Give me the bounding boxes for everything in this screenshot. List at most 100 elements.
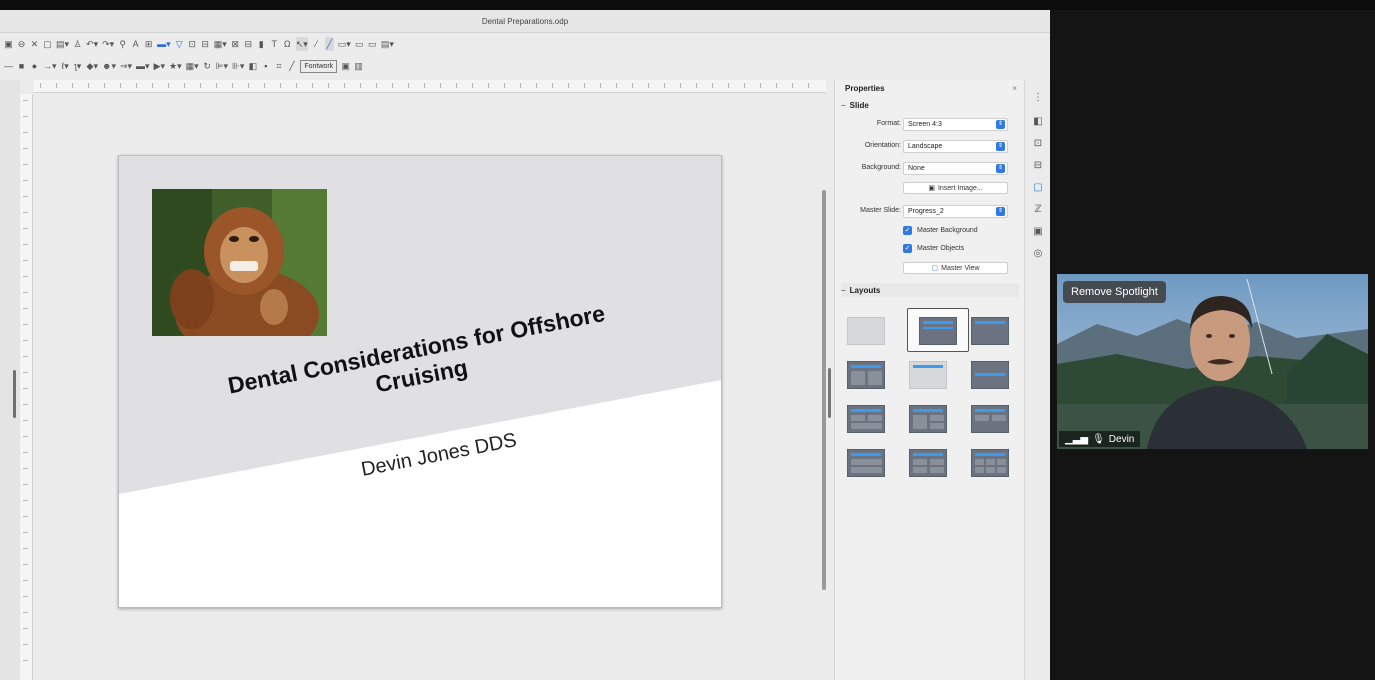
pen-icon[interactable]: ╱ [324, 37, 334, 51]
curve-tool-icon[interactable]: ℓ▾ [61, 59, 70, 73]
vertical-scrollbar[interactable] [822, 190, 826, 590]
new-icon[interactable]: ▣ [4, 37, 13, 51]
close-icon[interactable]: × [1012, 84, 1017, 93]
toggle-extrusion-icon[interactable]: ⌗ [274, 59, 283, 73]
chart-icon[interactable]: ▮ [257, 37, 266, 51]
line-tool-icon[interactable]: — [4, 59, 13, 73]
find-icon[interactable]: ⚲ [118, 37, 127, 51]
layout-6-content[interactable] [971, 449, 1009, 477]
layout-title-content[interactable] [919, 317, 957, 345]
slide-layout-icon[interactable]: ▦▾ [214, 37, 227, 51]
align-icon[interactable]: ⊫▾ [216, 59, 228, 73]
layout-4-content[interactable] [909, 449, 947, 477]
comment-icon[interactable]: ▭▾ [338, 37, 351, 51]
slide-transition-icon[interactable]: ⊡ [1031, 136, 1045, 150]
fontwork-button[interactable]: Fontwork [300, 59, 338, 73]
textbox-frame-icon[interactable]: ▣ [341, 59, 350, 73]
slide-pane-grip[interactable] [13, 370, 16, 418]
ruler-tick [552, 83, 553, 88]
layout-blank[interactable] [847, 317, 885, 345]
ruler-tick [248, 83, 249, 88]
master-objects-checkbox[interactable]: ✓ Master Objects [903, 242, 964, 254]
properties-deck-icon[interactable]: ◧ [1031, 114, 1045, 128]
stars-icon[interactable]: ★▾ [169, 59, 182, 73]
layout-2-content-over[interactable] [971, 405, 1009, 433]
basic-shapes-icon[interactable]: ◆▾ [87, 59, 98, 73]
layout-title-2-content[interactable] [847, 405, 885, 433]
undo-icon[interactable]: ↶▾ [86, 37, 98, 51]
display-icon[interactable]: ▬▾ [157, 37, 171, 51]
navigator-icon[interactable]: ◎ [1031, 246, 1045, 260]
grid-icon[interactable]: ⊞ [144, 37, 153, 51]
select-icon[interactable]: ↖▾ [295, 37, 308, 51]
ruler-tick [712, 83, 713, 88]
spelling-icon[interactable]: A [131, 37, 140, 51]
participant-video[interactable]: Remove Spotlight ▁▃▅ 🎙 Devin [1057, 274, 1368, 449]
new-slide-icon[interactable]: ⊡ [188, 37, 197, 51]
block-arrows-icon[interactable]: ⇒▾ [120, 59, 132, 73]
layout-content-over-content[interactable] [847, 449, 885, 477]
layouts-section-header[interactable]: − Layouts [841, 283, 1019, 297]
ruler-tick [23, 580, 28, 581]
format-dropdown[interactable]: Screen 4:3 ⇕ [903, 118, 1008, 131]
background-dropdown[interactable]: None ⇕ [903, 162, 1008, 175]
clone-icon[interactable]: ♙ [73, 37, 82, 51]
gallery-icon[interactable]: ▣ [1031, 224, 1045, 238]
slide-section-header[interactable]: − Slide [841, 98, 869, 112]
master-view-button[interactable]: ▢ Master View [903, 262, 1008, 274]
ruler-tick [23, 468, 28, 469]
shadow-icon[interactable]: ◧ [248, 59, 258, 73]
layout-two-content[interactable] [847, 361, 885, 389]
rotate-icon[interactable]: ↻ [203, 59, 212, 73]
rect-icon[interactable]: ▭ [355, 37, 364, 51]
special-char-icon[interactable]: Ω [283, 37, 292, 51]
symbol-shapes-icon[interactable]: ☻▾ [102, 59, 116, 73]
slide[interactable]: Dental Considerations for Offshore Cruis… [118, 155, 722, 608]
flowchart-icon[interactable]: ▬▾ [136, 59, 150, 73]
3d-objects-icon[interactable]: ▦▾ [186, 59, 199, 73]
shapes-icon[interactable]: ▽ [175, 37, 184, 51]
layout-centered-text[interactable] [909, 361, 947, 389]
table-icon[interactable]: ⊟ [244, 37, 253, 51]
connector-tool-icon[interactable]: ʅ▾ [74, 59, 83, 73]
menu-icon[interactable]: ⋮ [1031, 90, 1045, 104]
layout-content-2[interactable] [909, 405, 947, 433]
remove-spotlight-button[interactable]: Remove Spotlight [1063, 281, 1166, 303]
fontwork-icon[interactable]: ╱ [287, 59, 296, 73]
paste-icon[interactable]: ▤▾ [56, 37, 69, 51]
master-slides-icon[interactable]: ▢ [1031, 180, 1045, 194]
orientation-dropdown[interactable]: Landscape ⇕ [903, 140, 1008, 153]
styles-icon[interactable]: ℤ [1031, 202, 1045, 216]
cut-icon[interactable]: ✕ [30, 37, 39, 51]
dropdown-arrow-icon: ⇕ [996, 207, 1005, 216]
crop-icon[interactable]: ▪ [261, 59, 270, 73]
ruler-tick [23, 276, 28, 277]
redo-icon[interactable]: ↷▾ [102, 37, 114, 51]
ellipse-tool-icon[interactable]: ● [30, 59, 39, 73]
master-slide-dropdown[interactable]: Progress_2 ⇕ [903, 205, 1008, 218]
arrange-icon[interactable]: ⊪▾ [232, 59, 244, 73]
insert-image-button[interactable]: ▣ Insert Image... [903, 182, 1008, 194]
master-background-checkbox[interactable]: ✓ Master Background [903, 224, 978, 236]
layout-title-centered[interactable] [971, 361, 1009, 389]
arrow-tool-icon[interactable]: →▾ [43, 59, 57, 73]
ruler-tick [408, 83, 409, 88]
gallery-toolbar-icon[interactable]: ▥ [354, 59, 363, 73]
image-icon[interactable]: ⊠ [231, 37, 240, 51]
frame-icon[interactable]: ▭ [368, 37, 377, 51]
layout-title-only[interactable] [971, 317, 1009, 345]
copy-icon[interactable]: ▢ [43, 37, 52, 51]
sidebar-grip[interactable] [828, 368, 831, 418]
rect-tool-icon[interactable]: ■ [17, 59, 26, 73]
dropdown-arrow-icon: ⇕ [996, 142, 1005, 151]
line-icon[interactable]: ⁄ [312, 37, 321, 51]
layouts-section-title: Layouts [849, 285, 881, 295]
animation-icon[interactable]: ⊟ [1031, 158, 1045, 172]
textbox-icon[interactable]: T [270, 37, 279, 51]
callouts-icon[interactable]: ▶▾ [154, 59, 165, 73]
save-icon[interactable]: ⊖ [17, 37, 26, 51]
ruler-tick [23, 420, 28, 421]
more-icon[interactable]: ▤▾ [381, 37, 394, 51]
orangutan-photo[interactable] [152, 189, 327, 336]
duplicate-slide-icon[interactable]: ⊟ [201, 37, 210, 51]
